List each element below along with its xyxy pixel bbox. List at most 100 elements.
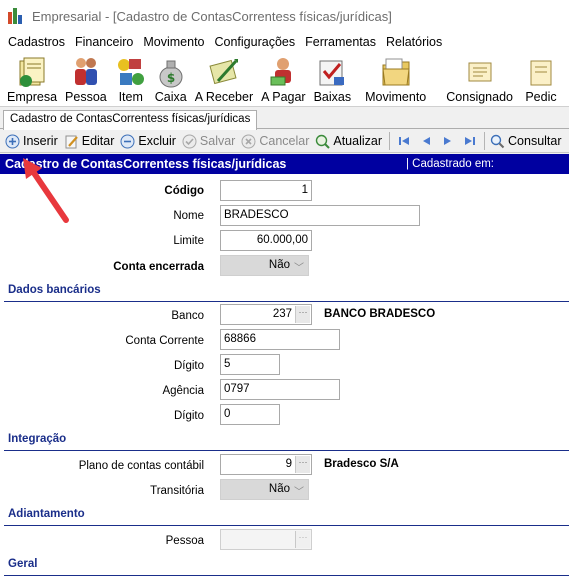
magnifier-icon	[490, 134, 505, 148]
a-receber-label: A Receber	[194, 90, 254, 104]
plano-contas-description: Bradesco S/A	[324, 458, 399, 470]
plano-contas-lookup[interactable]: 9 ···	[220, 454, 312, 475]
chevron-down-icon: ﹀	[294, 487, 304, 498]
cadastrado-em-label: | Cadastrado em:	[406, 158, 495, 170]
chevron-down-icon: ﹀	[294, 263, 304, 274]
a-pagar-label: A Pagar	[261, 90, 306, 104]
salvar-button[interactable]: Salvar	[180, 131, 239, 152]
excluir-button[interactable]: Excluir	[118, 131, 180, 152]
banco-label: Banco	[171, 310, 204, 322]
menu-cadastros[interactable]: Cadastros	[3, 35, 70, 49]
menu-movimento[interactable]: Movimento	[138, 35, 209, 49]
limite-field[interactable]: 60.000,00	[220, 230, 312, 251]
window-title: Empresarial - [Cadastro de ContasCorrent…	[32, 8, 392, 24]
agencia-field[interactable]: 0797	[220, 379, 340, 400]
item-button[interactable]: Item	[111, 55, 151, 106]
conta-corrente-label: Conta Corrente	[125, 335, 204, 347]
pessoa-icon	[74, 58, 97, 85]
atualizar-button[interactable]: Atualizar	[313, 131, 386, 152]
tab-cadastro-contas[interactable]: Cadastro de ContasCorrentess físicas/jur…	[3, 110, 258, 130]
inserir-button[interactable]: Inserir	[3, 131, 62, 152]
codigo-label: Código	[164, 185, 204, 197]
menu-bar: Cadastros Financeiro Movimento Configura…	[0, 32, 569, 52]
nome-label: Nome	[173, 210, 204, 222]
menu-relatorios[interactable]: Relatórios	[381, 35, 447, 49]
a-receber-button[interactable]: A Receber	[191, 55, 257, 106]
menu-ferramentas[interactable]: Ferramentas	[300, 35, 381, 49]
digito-agencia-field[interactable]: 0	[220, 404, 280, 425]
empresa-icon	[19, 57, 45, 87]
section-adiantamento: Adiantamento	[4, 508, 569, 526]
conta-encerrada-dropdown[interactable]: Não ﹀	[220, 255, 309, 276]
pessoa-label: Pessoa	[65, 90, 107, 104]
pedidos-button[interactable]: Pedic	[521, 55, 561, 106]
baixas-button[interactable]: Baixas	[310, 55, 356, 106]
form-title: Cadastro de ContasCorrentess físicas/jur…	[5, 157, 287, 171]
empresa-button[interactable]: Empresa	[3, 55, 61, 106]
action-bar: Inserir Editar Excluir Salvar Cancelar A…	[0, 130, 569, 153]
section-integracao: Integração	[4, 433, 569, 451]
codigo-field[interactable]: 1	[220, 180, 312, 201]
pedidos-icon	[530, 60, 552, 86]
previous-record-button[interactable]	[417, 132, 435, 150]
digito-conta-field[interactable]: 5	[220, 354, 280, 375]
movimento-button[interactable]: Movimento	[355, 55, 436, 106]
baixas-icon	[319, 60, 345, 86]
cancelar-button[interactable]: Cancelar	[239, 131, 313, 152]
consignado-label: Consignado	[446, 90, 513, 104]
excluir-label: Excluir	[138, 134, 176, 148]
last-record-icon	[465, 137, 476, 145]
ellipsis-icon[interactable]: ···	[295, 306, 310, 323]
atualizar-label: Atualizar	[333, 134, 383, 148]
editar-label: Editar	[81, 134, 115, 148]
agencia-label: Agência	[162, 385, 204, 397]
money-bag-icon: $	[159, 60, 183, 88]
next-record-button[interactable]	[439, 132, 457, 150]
menu-financeiro[interactable]: Financeiro	[70, 35, 138, 49]
caixa-label: Caixa	[154, 90, 187, 104]
a-pagar-button[interactable]: A Pagar	[257, 55, 309, 106]
menu-configuracoes[interactable]: Configurações	[210, 35, 301, 49]
item-label: Item	[118, 90, 143, 104]
banco-description: BANCO BRADESCO	[324, 308, 436, 320]
ellipsis-icon[interactable]: ···	[295, 531, 310, 548]
toolbar-separator	[484, 132, 486, 150]
empresa-label: Empresa	[7, 90, 58, 104]
section-geral: Geral	[4, 558, 569, 576]
transitoria-dropdown[interactable]: Não ﹀	[220, 479, 309, 500]
inserir-label: Inserir	[23, 134, 58, 148]
a-pagar-icon	[270, 58, 292, 86]
consultar-label: Consultar	[508, 134, 562, 148]
previous-record-icon	[423, 137, 431, 145]
form-header: Cadastro de ContasCorrentess físicas/jur…	[0, 154, 569, 174]
caixa-button[interactable]: $ Caixa	[151, 55, 191, 106]
digito-conta-label: Dígito	[173, 360, 204, 372]
app-logo-icon	[8, 8, 24, 24]
minus-circle-icon	[120, 134, 135, 148]
conta-corrente-field[interactable]: 68866	[220, 329, 340, 350]
plano-contas-value: 9	[285, 458, 292, 470]
toolbar-separator	[389, 132, 391, 150]
ellipsis-icon[interactable]: ···	[295, 456, 310, 473]
nome-field[interactable]: BRADESCO	[220, 205, 420, 226]
baixas-label: Baixas	[313, 90, 352, 104]
pessoa-lookup[interactable]: ···	[220, 529, 312, 550]
banco-lookup[interactable]: 237 ···	[220, 304, 312, 325]
editar-button[interactable]: Editar	[62, 131, 119, 152]
consignado-icon	[468, 62, 492, 82]
next-record-icon	[444, 137, 452, 145]
plus-circle-icon	[5, 134, 20, 148]
conta-encerrada-label: Conta encerrada	[113, 261, 204, 273]
document-tabs: Cadastro de ContasCorrentess físicas/jur…	[0, 107, 569, 130]
pessoa-button[interactable]: Pessoa	[61, 55, 111, 106]
consignado-button[interactable]: Consignado	[436, 55, 521, 106]
pencil-icon	[65, 135, 78, 148]
digito-agencia-label: Dígito	[173, 410, 204, 422]
folder-icon	[382, 58, 410, 86]
x-circle-icon	[241, 134, 256, 148]
a-receber-icon	[209, 59, 238, 85]
consultar-button[interactable]: Consultar	[488, 131, 566, 152]
last-record-button[interactable]	[461, 132, 479, 150]
first-record-button[interactable]	[395, 132, 413, 150]
limite-label: Limite	[173, 235, 204, 247]
